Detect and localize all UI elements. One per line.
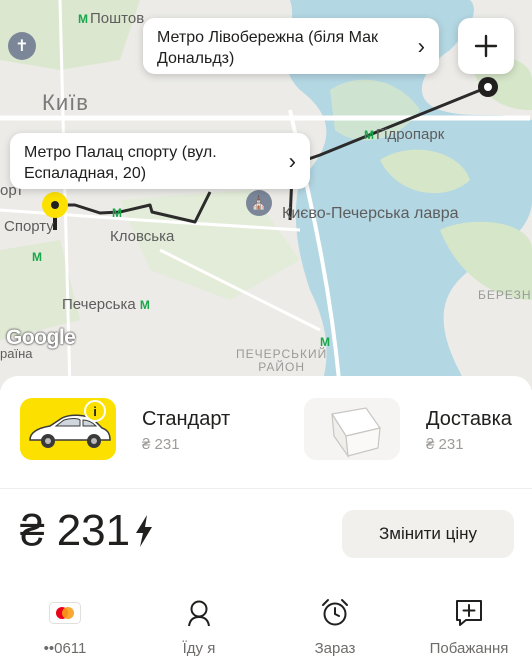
map-label-pecherska: Печерська М	[62, 296, 150, 313]
map-label-pechersky-rayon: ПЕЧЕРСЬКИЙ РАЙОН	[236, 347, 328, 374]
add-stop-button[interactable]	[458, 18, 514, 74]
bottom-bar: ••0611 Їду я Зараз Побажання	[0, 588, 532, 668]
order-sheet: i Стандарт ₴ 231 Доставка ₴ 231 ₴ 231 Зм…	[0, 376, 532, 668]
map-label-lavra: Києво-Печерська лавра	[282, 205, 459, 222]
chevron-right-icon: ›	[417, 33, 425, 59]
person-icon	[144, 598, 254, 628]
wishes-label: Побажання	[429, 640, 509, 657]
origin-address-bubble[interactable]: Метро Палац спорту (вул. Еспаладная, 20)…	[10, 133, 310, 189]
passenger-button[interactable]: Їду я	[144, 598, 254, 657]
map-label-post-office: М Поштов	[78, 10, 145, 27]
payment-method-button[interactable]: ••0611	[10, 598, 120, 657]
time-button[interactable]: Зараз	[280, 598, 390, 657]
chevron-right-icon: ›	[288, 148, 296, 174]
church-icon: ✝	[8, 32, 36, 60]
order-price: ₴ 231	[20, 506, 154, 556]
destination-address-bubble[interactable]: Метро Лівобережна (біля Мак Дональдз) ›	[143, 18, 439, 74]
map-label-hidropark: М Гідропарк	[364, 126, 445, 143]
tariff-price: ₴ 231	[142, 436, 180, 453]
plus-icon	[474, 34, 498, 58]
payment-card-label: ••0611	[43, 640, 87, 657]
change-price-button[interactable]: Змінити ціну	[342, 510, 514, 558]
lightning-icon	[134, 514, 154, 548]
metro-icon-sportu: М	[32, 250, 42, 264]
google-logo: Google	[6, 326, 76, 349]
tariff-price: ₴ 231	[426, 436, 464, 453]
mastercard-icon	[10, 598, 120, 628]
map-label-klovska: Кловська	[110, 228, 175, 245]
map-label-berezniaky: БЕРЕЗН	[478, 288, 532, 302]
order-price-value: ₴ 231	[20, 506, 131, 555]
comment-plus-icon	[414, 598, 524, 628]
alarm-clock-icon	[280, 598, 390, 628]
parcel-icon	[331, 407, 381, 459]
metro-icon-lavra: М	[320, 335, 330, 349]
tariff-name: Доставка	[426, 408, 512, 430]
tariff-name: Стандарт	[142, 408, 231, 430]
time-label: Зараз	[314, 640, 356, 657]
lavra-icon: ⛪	[246, 190, 272, 216]
map-label-city: Київ	[42, 90, 89, 115]
passenger-label: Їду я	[182, 640, 216, 657]
map-label-sportu: Спорту	[4, 218, 54, 235]
map[interactable]: ✝ ⛪ М Поштов Київ М Гідропарк Києво-Печерс…	[0, 0, 532, 390]
divider	[0, 488, 532, 489]
info-icon[interactable]: i	[84, 400, 106, 422]
origin-address: Метро Палац спорту (вул. Еспаладная, 20)	[24, 144, 217, 182]
wishes-button[interactable]: Побажання	[414, 598, 524, 657]
tariff-image	[304, 398, 400, 460]
destination-pin[interactable]	[478, 77, 498, 97]
destination-address: Метро Лівобережна (біля Мак Дональдз)	[157, 29, 378, 67]
metro-icon-klovska: М	[112, 206, 122, 220]
